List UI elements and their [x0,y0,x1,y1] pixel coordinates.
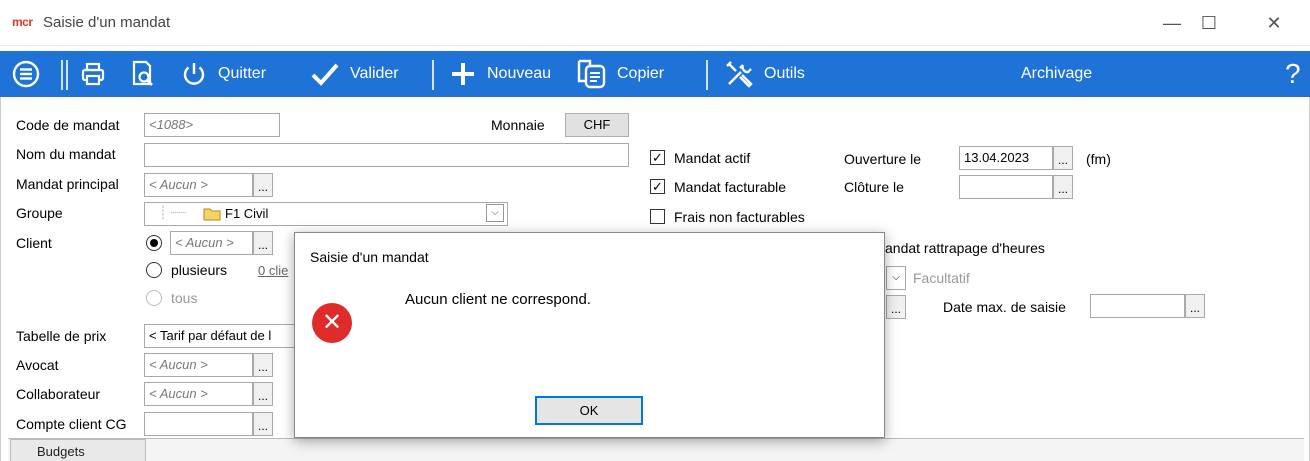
max-date-field[interactable] [1090,294,1185,318]
opening-date-picker-button[interactable]: ... [1053,146,1073,170]
chevron-down-icon[interactable]: ⌵ [486,204,504,222]
max-date-picker-button[interactable]: ... [1185,294,1205,318]
error-dialog: Saisie d'un mandat ✕ Aucun client ne cor… [294,232,885,438]
help-icon: ? [1285,58,1301,89]
client-count-link[interactable]: 0 clie [258,263,288,278]
code-label: Code de mandat [16,117,120,133]
archive-button[interactable]: Archivage [1021,51,1092,97]
preview-button[interactable] [130,51,156,97]
window-title: Saisie d'un mandat [43,14,171,31]
dialog-title: Saisie d'un mandat [310,249,429,265]
client-multiple-label: plusieurs [171,262,228,278]
optional-label: Facultatif [913,270,970,286]
group-value: F1 Civil [225,206,269,221]
tree-line: ┊ ┈┈ [159,205,187,220]
client-field[interactable]: < Aucun > [170,231,253,255]
app-logo: mcr [12,15,33,29]
dialog-message: Aucun client ne correspond. [405,291,591,308]
chevron-down-icon[interactable]: ⌵ [886,266,906,290]
collaborator-browse-button[interactable]: ... [253,382,273,406]
client-all-radio[interactable] [146,290,162,306]
toolbar-separator [61,60,63,90]
lawyer-browse-button[interactable]: ... [253,353,273,377]
menu-button[interactable] [12,51,40,97]
closing-date-field[interactable] [959,175,1053,199]
client-label: Client [16,235,52,251]
tab-strip [8,438,1304,461]
toolbar-separator [432,60,434,90]
tools-label: Outils [764,65,805,82]
help-button[interactable]: ? [1285,51,1301,97]
tools-icon [726,61,753,88]
lawyer-field[interactable]: < Aucun > [144,353,253,377]
active-label: Mandat actif [674,150,751,166]
group-dropdown[interactable]: ┊ ┈┈ F1 Civil ⌵ [144,202,508,226]
client-all-label: tous [171,290,198,306]
print-preview-icon [132,60,153,86]
new-label: Nouveau [487,65,552,82]
max-date-label: Date max. de saisie [943,299,1066,315]
maximize-button[interactable]: ☐ [1186,8,1232,38]
name-label: Nom du mandat [16,146,116,162]
currency-label: Monnaie [491,117,545,133]
quit-button[interactable]: Quitter [180,51,266,97]
opening-suffix: (fm) [1086,151,1111,167]
billable-label: Mandat facturable [674,179,787,195]
toolbar-separator [706,60,708,90]
opening-label: Ouverture le [844,151,922,167]
name-field[interactable] [144,143,629,167]
main-mandate-browse-button[interactable]: ... [253,173,273,197]
closing-label: Clôture le [844,179,904,195]
client-account-field[interactable] [144,412,253,436]
price-table-dropdown[interactable]: < Tarif par défaut de l [144,324,296,348]
archive-label: Archivage [1021,65,1093,82]
price-table-label: Tabelle de prix [16,328,107,344]
title-bar [0,0,1310,46]
currency-button[interactable]: CHF [565,113,629,137]
main-mandate-field[interactable]: < Aucun > [144,173,253,197]
toolbar-separator [66,60,68,90]
power-icon [183,63,205,85]
error-icon: ✕ [312,303,352,343]
client-browse-button[interactable]: ... [253,231,273,255]
group-label: Groupe [16,205,63,221]
new-button[interactable]: Nouveau [449,51,551,97]
close-button[interactable]: ✕ [1251,8,1297,38]
printer-icon [81,62,105,86]
quit-label: Quitter [218,65,267,82]
collaborator-label: Collaborateur [16,386,101,402]
client-account-browse-button[interactable]: ... [253,412,273,436]
copy-button[interactable]: Copier [575,51,664,97]
billable-checkbox[interactable]: ✓ [650,179,665,194]
catchup-label: andat rattrapage d'heures [885,240,1045,256]
plus-icon [452,63,474,85]
tools-button[interactable]: Outils [724,51,805,97]
copy-document-icon [577,59,606,89]
non-billable-fees-label: Frais non facturables [674,209,805,225]
collaborator-field[interactable]: < Aucun > [144,382,253,406]
toolbar: Quitter Valider Nouveau Copier Outils Ar… [0,51,1310,97]
hamburger-circle-icon [12,60,40,88]
print-button[interactable] [80,51,106,97]
client-single-radio[interactable] [146,235,162,251]
ok-button[interactable]: OK [535,396,643,425]
main-mandate-label: Mandat principal [16,176,119,192]
checkmark-icon [311,63,339,86]
closing-date-picker-button[interactable]: ... [1053,175,1073,199]
folder-icon [203,207,221,224]
non-billable-fees-checkbox[interactable] [650,209,665,224]
client-account-label: Compte client CG [16,416,127,432]
validate-button[interactable]: Valider [310,51,399,97]
opening-date-field[interactable]: 13.04.2023 [959,146,1053,170]
validate-label: Valider [350,65,399,82]
copy-label: Copier [617,65,665,82]
client-multiple-radio[interactable] [146,262,162,278]
date-browse-button[interactable]: ... [886,295,906,319]
tab-budgets[interactable]: Budgets [10,439,146,461]
code-field[interactable]: <1088> [144,113,280,137]
active-checkbox[interactable]: ✓ [650,150,665,165]
lawyer-label: Avocat [16,357,59,373]
